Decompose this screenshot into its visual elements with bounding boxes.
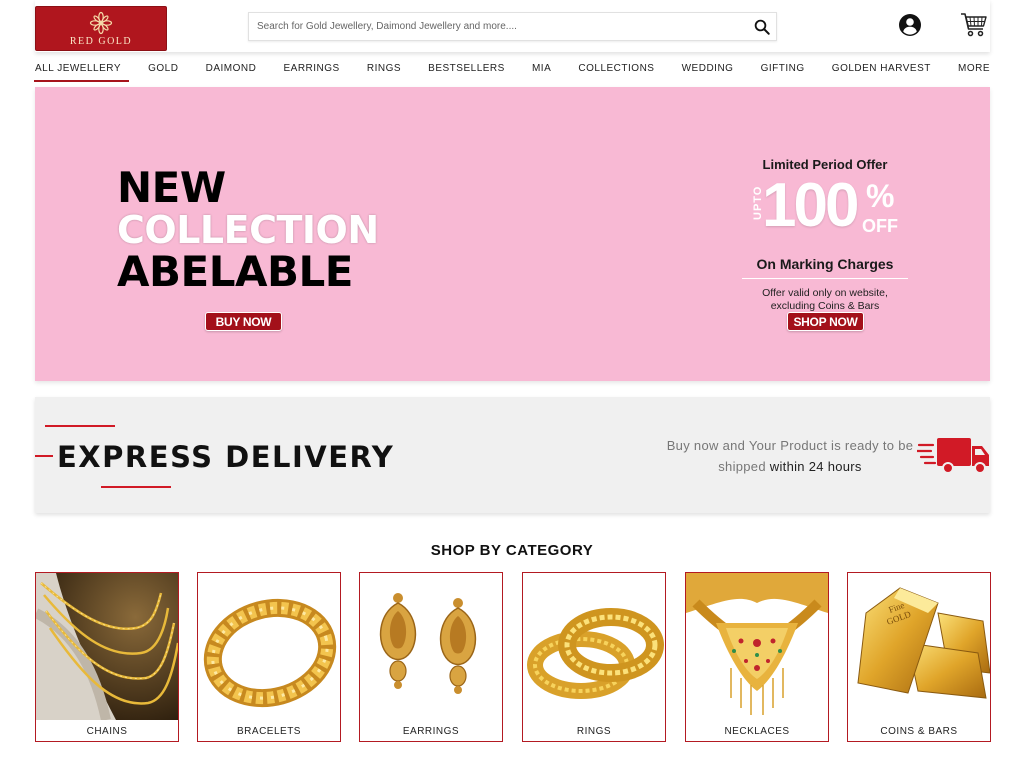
category-label: BRACELETS [237, 726, 301, 737]
site-header: RED GOLD [35, 0, 990, 52]
shop-by-category-heading: SHOP BY CATEGORY [430, 542, 594, 559]
shop-now-button[interactable]: SHOP NOW [787, 312, 864, 331]
flower-logo-icon [89, 11, 113, 34]
offer-divider [742, 278, 908, 279]
nav-item-more[interactable]: MORE [958, 60, 990, 82]
nav-item-earrings[interactable]: EARRINGS [283, 60, 339, 82]
necklace-image [686, 573, 828, 720]
offer-panel: Limited Period Offer UPTO 100 % OFF On M… [740, 157, 910, 313]
search-icon[interactable] [753, 18, 771, 36]
chains-image [36, 573, 178, 720]
nav-item-collections[interactable]: COLLECTIONS [578, 60, 654, 82]
category-card-rings[interactable]: RINGS [522, 572, 666, 742]
category-card-bracelets[interactable]: BRACELETS [197, 572, 341, 742]
accent-line-top [45, 425, 115, 427]
nav-item-mia[interactable]: MIA [532, 60, 551, 82]
offer-number: 100 [762, 171, 859, 240]
category-label: EARRINGS [402, 726, 460, 737]
hero-title: NEW COLLECTION ABELABLE [117, 167, 379, 293]
express-text-part-2: within 24 hours [769, 459, 862, 474]
offer-terms: Offer valid only on website, excluding C… [762, 287, 888, 312]
user-account-icon[interactable] [898, 13, 922, 37]
category-label: RINGS [576, 726, 612, 737]
delivery-truck-icon [917, 438, 989, 474]
accent-line-left [35, 455, 53, 457]
category-card-coins-bars[interactable]: Fine GOLD COINS & BARS [847, 572, 991, 742]
offer-percent-sign: % [866, 178, 895, 214]
bracelet-image [198, 573, 340, 720]
nav-item-all-jewellery[interactable]: ALL JEWELLERY [34, 60, 129, 82]
rings-image [523, 573, 665, 720]
gold-bars-image: Fine GOLD [848, 573, 990, 720]
hero-title-line-3: ABELABLE [117, 247, 353, 296]
category-label: NECKLACES [724, 726, 790, 737]
offer-off-text: OFF [862, 216, 898, 236]
category-label: CHAINS [86, 726, 128, 737]
search-input[interactable] [257, 13, 737, 40]
brand-logo[interactable]: RED GOLD [35, 6, 167, 51]
express-delivery-text: Buy now and Your Product is ready to be … [665, 435, 915, 477]
express-delivery-banner: EXPRESS DELIVERY Buy now and Your Produc… [35, 397, 990, 513]
accent-line-bottom [101, 486, 171, 488]
nav-item-wedding[interactable]: WEDDING [682, 60, 734, 82]
shopping-cart-icon[interactable] [960, 12, 988, 38]
hero-banner[interactable]: NEW COLLECTION ABELABLE BUY NOW Limited … [35, 87, 990, 381]
nav-item-golden-harvest[interactable]: GOLDEN HARVEST [832, 60, 931, 82]
category-card-earrings[interactable]: EARRINGS [359, 572, 503, 742]
nav-item-gifting[interactable]: GIFTING [761, 60, 805, 82]
nav-item-gold[interactable]: GOLD [148, 60, 178, 82]
category-label: COINS & BARS [880, 726, 958, 737]
logo-text: RED GOLD [69, 35, 133, 47]
category-card-chains[interactable]: CHAINS [35, 572, 179, 742]
offer-subtitle: On Marking Charges [756, 256, 894, 272]
hero-title-line-1: NEW [117, 163, 226, 212]
buy-now-button[interactable]: BUY NOW [205, 312, 282, 331]
offer-discount: UPTO 100 % OFF [740, 171, 910, 250]
nav-item-bestsellers[interactable]: BESTSELLERS [428, 60, 505, 82]
hero-title-line-2: COLLECTION [117, 208, 379, 252]
search-bar [248, 12, 777, 41]
express-delivery-title: EXPRESS DELIVERY [57, 440, 395, 474]
earrings-image [360, 573, 502, 720]
main-navigation: ALL JEWELLERY GOLD DAIMOND EARRINGS RING… [34, 60, 990, 82]
nav-item-daimond[interactable]: DAIMOND [206, 60, 257, 82]
category-card-necklaces[interactable]: NECKLACES [685, 572, 829, 742]
nav-item-rings[interactable]: RINGS [367, 60, 401, 82]
